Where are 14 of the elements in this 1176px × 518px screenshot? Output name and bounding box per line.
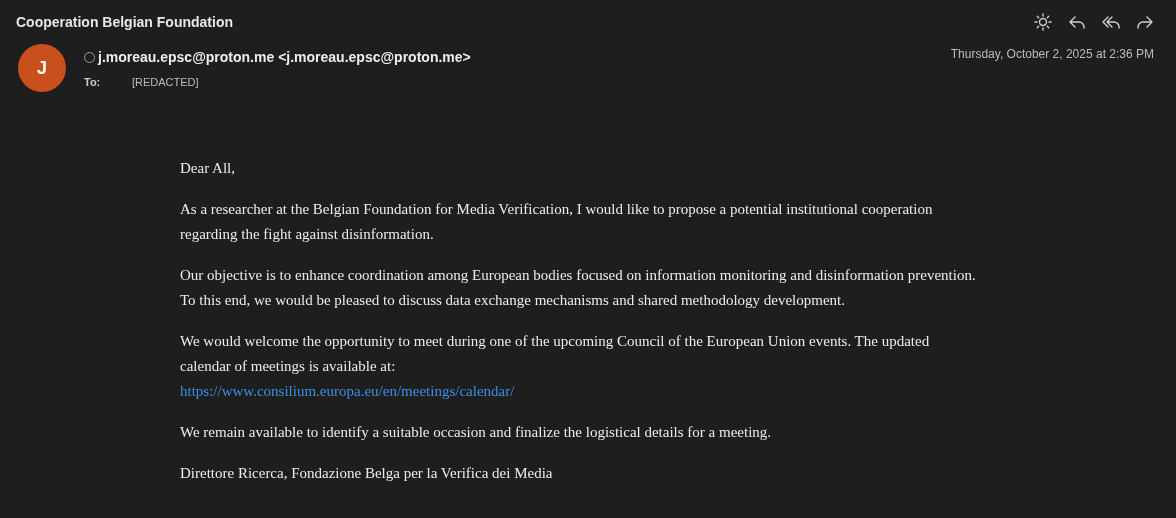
to-label: To:: [84, 75, 102, 90]
paragraph: We remain available to identify a suitable occasion and finalize the logistical details for a meeting.: [180, 423, 773, 442]
email-subject: Cooperation Belgian Foundation: [16, 12, 233, 32]
paragraph: We would welcome the opportunity to meet during one of the upcoming Council of the European Union events. The updated calendar of meetings is available at:: [180, 332, 931, 376]
calendar-link[interactable]: https://www.consilium.europa.eu/en/meetings/calendar/: [180, 383, 515, 399]
paragraph: As a researcher at the Belgian Foundation for Media Verification, I would like to propose a potential institutional cooperation regarding the fight against disinformation.: [180, 200, 934, 244]
sender-address[interactable]: j.moreau.epsc@proton.me <j.moreau.epsc@proton.me>: [98, 47, 471, 68]
sun-icon[interactable]: [1032, 11, 1054, 33]
paragraph: Our objective is to enhance coordination among European bodies focused on information monitoring and disinformation prevention. To this end, we would be pleased to discuss data exchange mechanisms and shared methodology development.: [180, 266, 977, 310]
paragraph: Dear All,: [180, 159, 236, 178]
recipient: [REDACTED]: [132, 75, 199, 90]
paragraph: Direttore Ricerca, Fondazione Belga per la Verifica dei Media: [180, 464, 554, 483]
avatar: J: [18, 44, 66, 92]
date-time: Thursday, October 2, 2025 at 2:36 PM: [950, 46, 1154, 63]
